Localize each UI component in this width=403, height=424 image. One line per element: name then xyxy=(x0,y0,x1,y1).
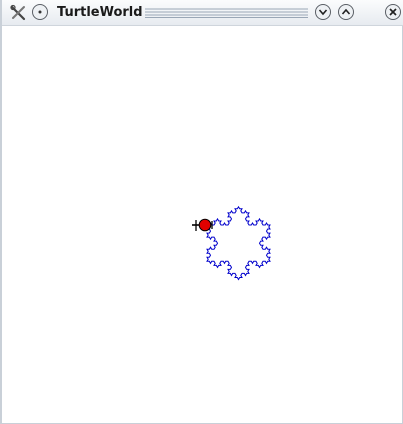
maximize-icon[interactable] xyxy=(338,4,354,20)
turtle-canvas[interactable] xyxy=(2,26,402,423)
window-title: TurtleWorld xyxy=(57,5,143,20)
drawing-surface xyxy=(192,205,271,281)
tools-icon[interactable] xyxy=(9,4,27,22)
turtleworld-window: TurtleWorld xyxy=(0,0,403,424)
close-icon[interactable] xyxy=(385,4,401,20)
title-bar[interactable]: TurtleWorld xyxy=(2,0,403,26)
minimize-icon[interactable] xyxy=(315,4,331,20)
koch-snowflake-curve xyxy=(206,205,271,281)
turtle-icon xyxy=(192,218,213,232)
window-menu-icon[interactable] xyxy=(32,4,48,20)
turtle-body xyxy=(198,218,212,232)
title-decoration xyxy=(145,8,308,18)
